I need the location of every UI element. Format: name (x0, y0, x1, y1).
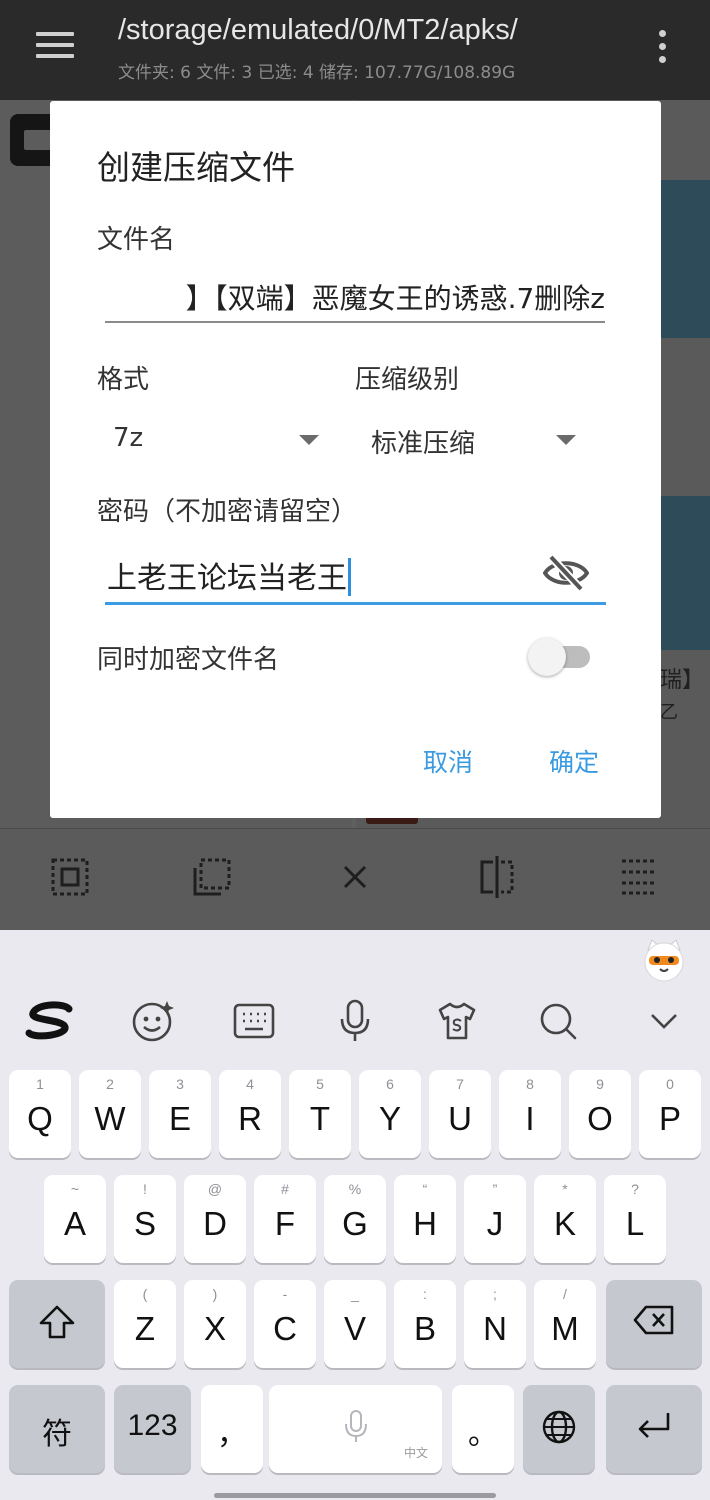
key-l[interactable]: ? L (604, 1175, 666, 1263)
filename-input[interactable]: 】【双端】恶魔女王的诱惑.7删除z (105, 271, 605, 323)
key-k[interactable]: * K (534, 1175, 596, 1263)
text-cursor (348, 558, 351, 596)
key-t[interactable]: 5T (289, 1070, 351, 1158)
format-dropdown[interactable]: 7z (113, 419, 319, 463)
key-b[interactable]: :B (394, 1280, 456, 1368)
format-label: 格式 (97, 365, 150, 395)
current-path: /storage/emulated/0/MT2/apks/ (118, 14, 518, 46)
key-f[interactable]: # F (254, 1175, 316, 1263)
symbols-key[interactable]: 符 (9, 1385, 105, 1473)
emoji-icon[interactable] (128, 996, 178, 1046)
key-s[interactable]: ! S (114, 1175, 176, 1263)
close-selection-icon[interactable] (335, 857, 375, 897)
select-inverse-icon[interactable] (192, 857, 232, 897)
backspace-key[interactable] (606, 1280, 702, 1368)
app-bar: /storage/emulated/0/MT2/apks/ 文件夹: 6 文件:… (0, 0, 710, 100)
password-value: 上老王论坛当老王 (107, 561, 347, 596)
confirm-button[interactable]: 确定 (549, 743, 599, 779)
menu-icon[interactable] (36, 32, 74, 58)
storage-summary: 文件夹: 6 文件: 3 已选: 4 储存: 107.77G/108.89G (118, 63, 516, 83)
encrypt-filenames-toggle[interactable] (528, 637, 592, 676)
key-o[interactable]: 9O (569, 1070, 631, 1158)
key-j[interactable]: ” J (464, 1175, 526, 1263)
key-v[interactable]: _ V (324, 1280, 386, 1368)
password-input[interactable]: 上老王论坛当老王 (105, 543, 606, 605)
period-key[interactable]: 。 (452, 1385, 514, 1473)
key-w[interactable]: 2W (79, 1070, 141, 1158)
keyboard-layout-icon[interactable] (229, 996, 279, 1046)
skin-shirt-icon[interactable] (432, 996, 482, 1046)
key-p[interactable]: 0P (639, 1070, 701, 1158)
enter-key[interactable] (606, 1385, 702, 1473)
shift-icon (9, 1304, 105, 1348)
dialog-title: 创建压缩文件 (97, 148, 295, 187)
globe-icon (523, 1409, 595, 1453)
numbers-key[interactable]: 123 (114, 1385, 191, 1473)
key-g[interactable]: % G (324, 1175, 386, 1263)
selection-toolbar (0, 828, 710, 930)
compression-level-dropdown[interactable]: 标准压缩 (371, 419, 577, 463)
key-e[interactable]: 3E (149, 1070, 211, 1158)
key-n[interactable]: ; N (464, 1280, 526, 1368)
key-y[interactable]: 6Y (359, 1070, 421, 1158)
list-select-icon[interactable] (619, 857, 659, 897)
key-q[interactable]: 1Q (9, 1070, 71, 1158)
key-r[interactable]: 4R (219, 1070, 281, 1158)
key-z[interactable]: (Z (114, 1280, 176, 1368)
key-h[interactable]: “H (394, 1175, 456, 1263)
microphone-icon[interactable] (330, 996, 380, 1046)
chevron-down-icon (299, 435, 319, 445)
collapse-keyboard-icon[interactable] (639, 996, 689, 1046)
compression-level-label: 压缩级别 (355, 365, 460, 395)
select-all-icon[interactable] (50, 857, 90, 897)
soft-keyboard: 1Q 2W 3E 4R 5T 6Y 7U 8I 9O 0P ~ A ! S @ D #… (0, 930, 710, 1500)
eye-off-icon[interactable] (542, 553, 590, 593)
select-range-icon[interactable] (477, 856, 517, 898)
chevron-down-icon (556, 435, 576, 445)
sogou-logo-icon[interactable] (25, 996, 75, 1046)
compression-level-value: 标准压缩 (371, 429, 476, 459)
enter-icon (606, 1409, 702, 1449)
key-a[interactable]: ~ A (44, 1175, 106, 1263)
backspace-icon (606, 1304, 702, 1344)
key-d[interactable]: @ D (184, 1175, 246, 1263)
more-options-icon[interactable] (656, 30, 668, 64)
format-value: 7z (113, 423, 144, 453)
shift-key[interactable] (9, 1280, 105, 1368)
search-icon[interactable] (533, 996, 583, 1046)
language-key[interactable] (523, 1385, 595, 1473)
key-u[interactable]: 7U (429, 1070, 491, 1158)
cancel-button[interactable]: 取消 (423, 743, 473, 779)
comma-key[interactable]: ， (201, 1385, 263, 1473)
encrypt-filenames-label: 同时加密文件名 (97, 645, 280, 675)
file-name-fragment: 瑞】 (660, 668, 705, 693)
key-m[interactable]: / M (534, 1280, 596, 1368)
key-i[interactable]: 8I (499, 1070, 561, 1158)
file-name-fragment: 乙 (660, 702, 678, 723)
password-label: 密码（不加密请留空） (97, 497, 358, 527)
space-language-hint: 中文 (403, 1446, 428, 1460)
home-indicator[interactable] (214, 1493, 496, 1498)
filename-label: 文件名 (97, 225, 176, 255)
key-x[interactable]: ) X (184, 1280, 246, 1368)
filename-value: 】【双端】恶魔女王的诱惑.7删除z (185, 282, 605, 315)
create-archive-dialog: 创建压缩文件 文件名 】【双端】恶魔女王的诱惑.7删除z 格式 压缩级别 7z … (50, 101, 661, 818)
space-key[interactable]: 中文 (269, 1385, 442, 1473)
keyboard-mascot-icon[interactable] (640, 936, 688, 984)
key-c[interactable]: -C (254, 1280, 316, 1368)
